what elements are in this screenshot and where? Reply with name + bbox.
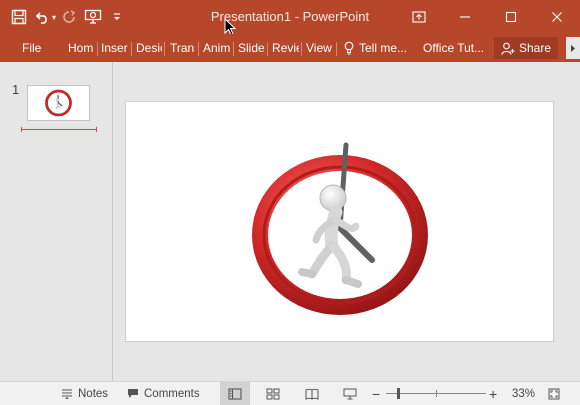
comments-label: Comments: [144, 387, 200, 400]
ribbon-display-options-icon[interactable]: [396, 0, 442, 34]
tab-separator: [267, 42, 268, 56]
status-bar: Notes Comments − + 33%: [0, 381, 580, 405]
tab-design[interactable]: Desic: [136, 34, 162, 62]
tell-me-search[interactable]: Tell me...: [344, 34, 407, 62]
tab-office-tut[interactable]: Office Tut...: [423, 34, 484, 62]
slide-editor: [114, 62, 580, 381]
slide-thumbnail[interactable]: [27, 85, 90, 121]
zoom-slider-center-tick: [436, 390, 437, 397]
tab-separator: [97, 42, 98, 56]
person-add-icon: [501, 42, 515, 55]
zoom-slider[interactable]: [386, 388, 486, 399]
notes-label: Notes: [78, 387, 109, 400]
tab-separator: [301, 42, 302, 56]
tab-transitions[interactable]: Trans: [170, 34, 195, 62]
tab-slide-show[interactable]: Slide: [238, 34, 266, 62]
tab-insert[interactable]: Inser: [101, 34, 129, 62]
clock-runner-graphic: [252, 142, 428, 315]
reading-view-icon: [305, 388, 319, 400]
share-button[interactable]: Share: [494, 37, 558, 59]
notes-icon: [62, 388, 72, 399]
normal-view-button[interactable]: [220, 382, 250, 405]
tab-separator: [131, 42, 132, 56]
comments-button[interactable]: Comments: [127, 382, 200, 405]
slide-thumbnail-pane: 1: [0, 62, 113, 381]
tell-me-label: Tell me...: [359, 41, 408, 55]
ribbon-scroll-right-icon[interactable]: [566, 37, 580, 59]
save-icon[interactable]: [8, 6, 30, 28]
reading-view-button[interactable]: [297, 382, 327, 405]
slide-sorter-icon: [266, 388, 280, 399]
tab-separator: [164, 42, 165, 56]
share-label: Share: [518, 41, 552, 55]
tab-animations[interactable]: Anim: [203, 34, 230, 62]
slide-show-icon: [343, 388, 357, 399]
comment-icon: [128, 389, 138, 398]
start-from-beginning-icon[interactable]: [82, 6, 104, 28]
title-bar: ▾ Presentation1 - PowerPoint: [0, 0, 580, 36]
zoom-level[interactable]: 33%: [512, 382, 535, 405]
slide-show-button[interactable]: [335, 382, 365, 405]
slide-sorter-view-button[interactable]: [258, 382, 288, 405]
maximize-icon[interactable]: [488, 0, 534, 34]
fit-slide-to-window-button[interactable]: [548, 382, 560, 405]
close-icon[interactable]: [534, 0, 580, 34]
normal-view-icon: [228, 387, 242, 400]
clock-thumbnail-icon: [45, 89, 72, 117]
slide-insertion-marker: [21, 127, 97, 132]
tab-separator: [198, 42, 199, 56]
tab-home[interactable]: Hom: [68, 34, 96, 62]
tab-view[interactable]: View: [306, 34, 334, 62]
ribbon-tabs: File Hom Inser Desic Trans Anim Slide Re…: [0, 34, 580, 62]
minimize-icon[interactable]: [442, 0, 488, 34]
undo-dropdown-icon[interactable]: ▾: [52, 13, 56, 22]
slide-number: 1: [12, 82, 20, 97]
zoom-out-icon[interactable]: −: [372, 382, 380, 405]
zoom-in-icon[interactable]: +: [489, 382, 497, 405]
tab-review[interactable]: Revie: [272, 34, 299, 62]
fit-to-window-icon: [548, 388, 560, 399]
notes-button[interactable]: Notes: [61, 382, 108, 405]
undo-icon[interactable]: [32, 6, 54, 28]
quick-access-toolbar: ▾: [8, 6, 128, 28]
customize-qat-icon[interactable]: [106, 6, 128, 28]
slide-canvas[interactable]: [125, 101, 554, 342]
redo-icon[interactable]: [58, 6, 80, 28]
tab-separator: [233, 42, 234, 56]
window-controls: [396, 0, 580, 34]
tab-separator: [336, 42, 337, 56]
lightbulb-icon: [344, 41, 354, 55]
tab-file[interactable]: File: [22, 34, 41, 62]
zoom-slider-thumb[interactable]: [397, 388, 401, 399]
